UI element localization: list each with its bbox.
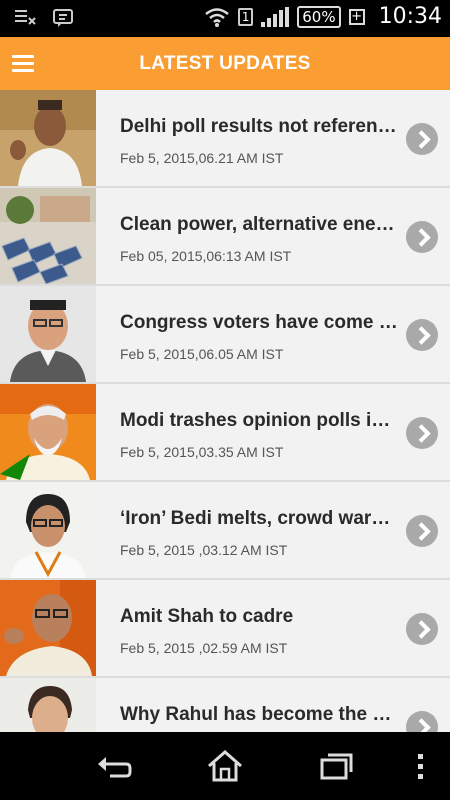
list-item[interactable]: Congress voters have come b... Feb 5, 20… — [0, 286, 450, 384]
list-item[interactable]: Delhi poll results not referend... Feb 5… — [0, 90, 450, 188]
chevron-right-icon[interactable] — [406, 417, 438, 449]
list-item[interactable]: ‘Iron’ Bedi melts, crowd warm... Feb 5, … — [0, 482, 450, 580]
article-date: Feb 5, 2015,03.35 AM IST — [120, 444, 284, 460]
wifi-icon — [205, 7, 230, 27]
system-navigation-bar — [0, 732, 450, 800]
battery-indicator: 60% — [297, 5, 341, 28]
article-thumbnail — [0, 188, 96, 284]
clock: 10:34 — [378, 4, 442, 29]
article-headline: Clean power, alternative energ... — [120, 214, 400, 235]
article-date: Feb 05, 2015,06:13 AM IST — [120, 248, 292, 264]
article-headline: Why Rahul has become the BJ... — [120, 704, 400, 725]
data-transfer-icon — [15, 10, 36, 25]
chevron-right-icon[interactable] — [406, 221, 438, 253]
home-icon[interactable] — [203, 746, 247, 786]
list-item[interactable]: Clean power, alternative energ... Feb 05… — [0, 188, 450, 286]
article-thumbnail — [0, 580, 96, 676]
article-thumbnail — [0, 90, 96, 186]
list-item[interactable]: Modi trashes opinion polls in l... Feb 5… — [0, 384, 450, 482]
article-headline: Delhi poll results not referend... — [120, 116, 400, 137]
news-list: Delhi poll results not referend... Feb 5… — [0, 90, 450, 732]
page-title: LATEST UPDATES — [139, 53, 311, 74]
chevron-right-icon[interactable] — [406, 123, 438, 155]
article-headline: Modi trashes opinion polls in l... — [120, 410, 400, 431]
article-date: Feb 5, 2015,06.05 AM IST — [120, 346, 284, 362]
article-date: Feb 5, 2015 ,02.59 AM IST — [120, 640, 288, 656]
message-icon — [53, 9, 73, 27]
charging-icon: + — [348, 8, 365, 25]
chevron-right-icon[interactable] — [406, 319, 438, 351]
chevron-right-icon[interactable] — [406, 613, 438, 645]
chevron-right-icon[interactable] — [406, 515, 438, 547]
system-status: 1 60% + 10:34 — [204, 4, 442, 29]
article-headline: Amit Shah to cadre — [120, 606, 294, 627]
overflow-menu-icon[interactable] — [402, 746, 438, 786]
article-headline: ‘Iron’ Bedi melts, crowd warm... — [120, 508, 400, 529]
article-thumbnail — [0, 482, 96, 578]
chevron-right-icon[interactable] — [406, 711, 438, 732]
status-bar: 1 60% + 10:34 — [0, 0, 450, 37]
sim-icon: 1 — [238, 7, 254, 26]
app-header: LATEST UPDATES — [0, 37, 450, 90]
article-headline: Congress voters have come b... — [120, 312, 400, 333]
notification-icons — [14, 8, 74, 28]
list-item[interactable]: Amit Shah to cadre Feb 5, 2015 ,02.59 AM… — [0, 580, 450, 678]
article-thumbnail — [0, 384, 96, 480]
list-item[interactable]: Why Rahul has become the BJ... — [0, 678, 450, 732]
back-icon[interactable] — [92, 746, 136, 786]
signal-icon — [261, 6, 290, 27]
article-thumbnail — [0, 678, 96, 732]
article-thumbnail — [0, 286, 96, 382]
recent-apps-icon[interactable] — [314, 746, 358, 786]
article-date: Feb 5, 2015 ,03.12 AM IST — [120, 542, 288, 558]
article-date: Feb 5, 2015,06.21 AM IST — [120, 150, 284, 166]
